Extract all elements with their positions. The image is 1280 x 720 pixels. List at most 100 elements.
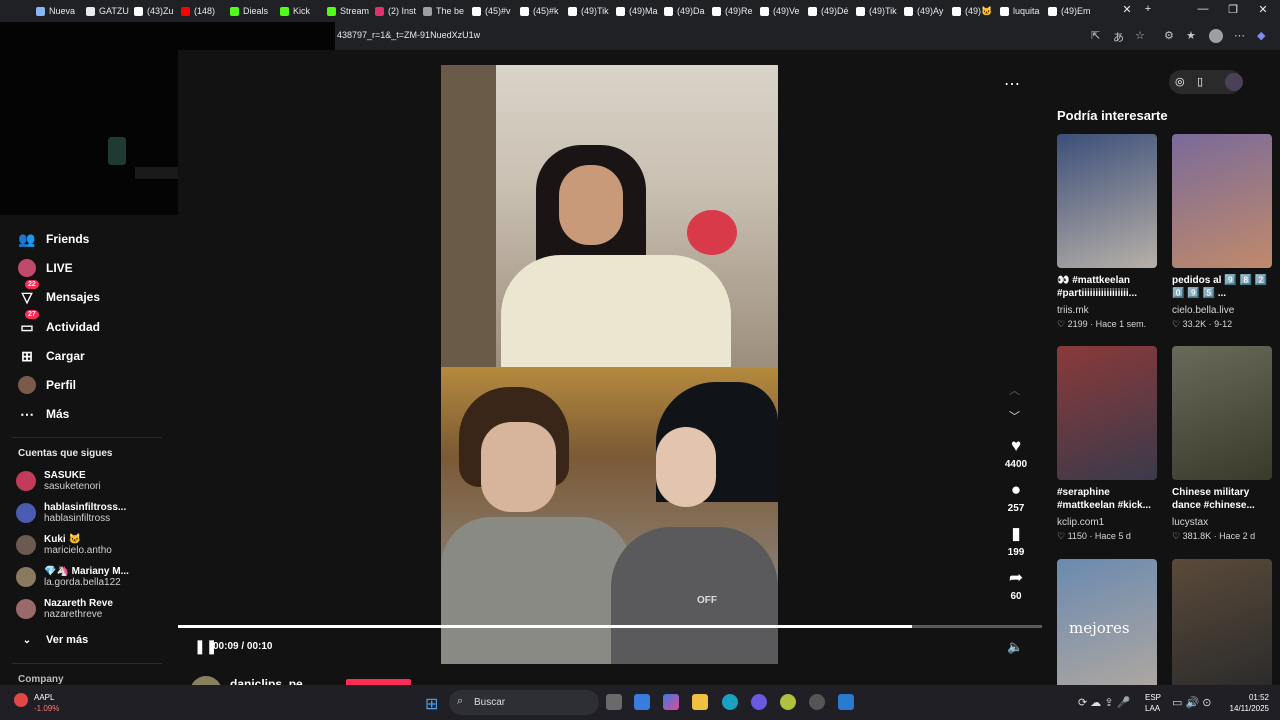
system-icons[interactable]: ▭ 🔊 ⊙ xyxy=(1172,696,1211,709)
new-tab-button[interactable]: + xyxy=(1138,3,1158,15)
following-account[interactable]: SASUKE sasuketenori xyxy=(16,470,101,492)
browser-tab[interactable]: (49)Da xyxy=(664,3,710,19)
store-icon[interactable] xyxy=(634,694,650,710)
copilot-app-icon[interactable] xyxy=(663,694,679,710)
browser-tab[interactable]: Kick xyxy=(280,3,326,19)
see-more-button[interactable]: ⌄ Ver más xyxy=(18,631,88,649)
discord-icon[interactable] xyxy=(751,694,767,710)
open-in-app-icon[interactable]: ⇱ xyxy=(1091,29,1100,42)
like-button[interactable]: ♥ 4400 xyxy=(1001,437,1031,471)
browser-tab[interactable]: (43)Zu xyxy=(134,3,180,19)
close-window-button[interactable]: ✕ xyxy=(1253,3,1273,16)
following-account[interactable]: 💎🦄 Mariany M... la.gorda.bella122 xyxy=(16,566,129,588)
suggestion-author[interactable]: kclip.com1 xyxy=(1057,517,1104,528)
company-link[interactable]: Company xyxy=(18,674,64,685)
maximize-button[interactable]: ❐ xyxy=(1223,3,1243,16)
app-icon[interactable] xyxy=(809,694,825,710)
clock-date[interactable]: 14/11/2025 xyxy=(1219,704,1269,713)
video-frame[interactable]: OFF xyxy=(441,65,778,664)
taskbar-search[interactable]: ⌕ Buscar xyxy=(449,690,599,715)
suggestion-thumbnail[interactable] xyxy=(1172,346,1272,480)
browser-tab[interactable]: (49)🐱 xyxy=(952,3,998,19)
browser-tab[interactable]: luquita xyxy=(1000,3,1046,19)
browser-tab[interactable]: (49)Em xyxy=(1048,3,1104,19)
suggestion-thumbnail[interactable] xyxy=(1172,559,1272,693)
app-icon[interactable] xyxy=(780,694,796,710)
suggestion-caption[interactable]: pedidos al 9️⃣ 8️⃣ 2️⃣ 0️⃣ 9️⃣ 5️⃣ ... xyxy=(1172,274,1276,300)
minimize-button[interactable]: — xyxy=(1193,3,1213,15)
following-account[interactable]: Kuki 🐱 maricielo.antho xyxy=(16,534,112,556)
volume-icon[interactable]: 🔈 xyxy=(1007,639,1023,655)
suggestion-thumbnail[interactable] xyxy=(1057,134,1157,268)
following-account[interactable]: hablasinfiltross... hablasinfiltross xyxy=(16,502,126,524)
tray-icons[interactable]: ⟳ ☁ ⇪ 🎤 xyxy=(1078,696,1130,709)
suggestion-thumbnail[interactable] xyxy=(1172,134,1272,268)
edge-icon[interactable] xyxy=(722,694,738,710)
browser-tab[interactable]: Stream xyxy=(327,3,373,19)
bookmark-button[interactable]: ▮ 199 xyxy=(1001,525,1031,559)
browser-tab[interactable]: (2) Inst xyxy=(375,3,421,19)
phone-icon[interactable]: ▯ xyxy=(1197,75,1203,88)
suggestion-thumbnail[interactable] xyxy=(1057,346,1157,480)
task-view-icon[interactable] xyxy=(606,694,622,710)
user-avatar[interactable] xyxy=(1225,73,1243,91)
next-video-icon[interactable]: ﹀ xyxy=(1009,408,1020,424)
suggestion-author[interactable]: cielo.bella.live xyxy=(1172,305,1234,316)
windows-start-icon[interactable]: ⊞ xyxy=(425,694,438,714)
sidebar-item-profile[interactable]: Perfil xyxy=(18,376,76,394)
suggestion-caption[interactable]: Chinese military dance #chinese... xyxy=(1172,486,1276,512)
browser-tab[interactable]: (49)Ay xyxy=(904,3,950,19)
star-icon[interactable]: ☆ xyxy=(1135,29,1145,42)
previous-video-icon[interactable]: ︿ xyxy=(1009,382,1020,398)
suggestion-caption[interactable]: 👀 #mattkeelan #partiiiiiiiiiiiiiiiii... xyxy=(1057,274,1161,300)
address-bar[interactable]: 438797_r=1&_t=ZM-91NuedXzU1w ⇱ あ ☆ ⚙ ★ ⋯… xyxy=(335,22,1280,50)
stock-icon xyxy=(14,693,28,707)
sidebar-item-activity[interactable]: ▭ 27 Actividad xyxy=(18,310,100,336)
browser-tab[interactable]: (49)Dé xyxy=(808,3,854,19)
tab-favicon-icon xyxy=(568,6,577,16)
suggestion-author[interactable]: triis.mk xyxy=(1057,305,1089,316)
menu-icon[interactable]: ⋯ xyxy=(1234,29,1245,42)
browser-tab[interactable]: (45)#v xyxy=(472,3,518,19)
browser-tab[interactable]: Nueva xyxy=(36,3,82,19)
browser-tab[interactable]: (45)#k xyxy=(520,3,566,19)
stock-name[interactable]: AAPL xyxy=(34,693,54,702)
browser-tab[interactable]: Dieals xyxy=(230,3,276,19)
suggestion-caption[interactable]: #seraphine #mattkeelan #kick... xyxy=(1057,486,1161,512)
favorites-icon[interactable]: ★ xyxy=(1186,29,1196,42)
browser-tab[interactable]: (49)Ve xyxy=(760,3,806,19)
sidebar-item-friends[interactable]: 👥 Friends xyxy=(18,230,89,248)
app-icon[interactable] xyxy=(838,694,854,710)
compass-icon[interactable]: ◎ xyxy=(1175,75,1185,88)
comment-button[interactable]: ● 257 xyxy=(1001,481,1031,515)
browser-tab[interactable]: The be xyxy=(423,3,469,19)
copilot-icon[interactable]: ◆ xyxy=(1257,29,1265,42)
browser-tab[interactable]: (49)Re xyxy=(712,3,758,19)
extensions-icon[interactable]: ⚙ xyxy=(1164,29,1174,42)
suggestion-thumbnail[interactable]: mejores xyxy=(1057,559,1157,693)
video-player-area: OFF ⋯ ︿ ﹀ ♥ 4400 ● 257 ▮ 199 ➦ 60 ❚❚ 00:… xyxy=(178,50,1042,692)
tab-close-icon[interactable]: ✕ xyxy=(1117,3,1137,16)
translate-icon[interactable]: あ xyxy=(1113,29,1124,45)
following-account[interactable]: Nazareth Reve nazarethreve xyxy=(16,598,113,620)
video-progress-bar[interactable] xyxy=(178,625,1042,628)
sidebar-item-messages[interactable]: ▽ 22 Mensajes xyxy=(18,280,100,306)
more-options-icon[interactable]: ⋯ xyxy=(1004,74,1020,94)
suggestion-author[interactable]: lucystax xyxy=(1172,517,1208,528)
browser-tab[interactable]: (148) xyxy=(181,3,227,19)
language-layout[interactable]: LAA xyxy=(1145,704,1160,713)
browser-tab[interactable]: (49)Ma xyxy=(616,3,662,19)
language-code[interactable]: ESP xyxy=(1145,693,1161,702)
author-name[interactable]: daniclips_pe xyxy=(230,677,303,685)
url-text[interactable]: 438797_r=1&_t=ZM-91NuedXzU1w xyxy=(337,30,480,40)
sidebar-item-live[interactable]: LIVE xyxy=(18,259,73,277)
sidebar-item-more[interactable]: ⋯ Más xyxy=(18,405,69,423)
clock-time[interactable]: 01:52 xyxy=(1219,693,1269,702)
browser-tab[interactable]: (49)Tik xyxy=(856,3,902,19)
profile-avatar[interactable] xyxy=(1209,29,1223,43)
browser-tab[interactable]: GATZU xyxy=(86,3,132,19)
browser-tab[interactable]: (49)Tik xyxy=(568,3,614,19)
share-button[interactable]: ➦ 60 xyxy=(1001,569,1031,603)
sidebar-item-upload[interactable]: ⊞ Cargar xyxy=(18,347,85,365)
file-explorer-icon[interactable] xyxy=(692,694,708,710)
